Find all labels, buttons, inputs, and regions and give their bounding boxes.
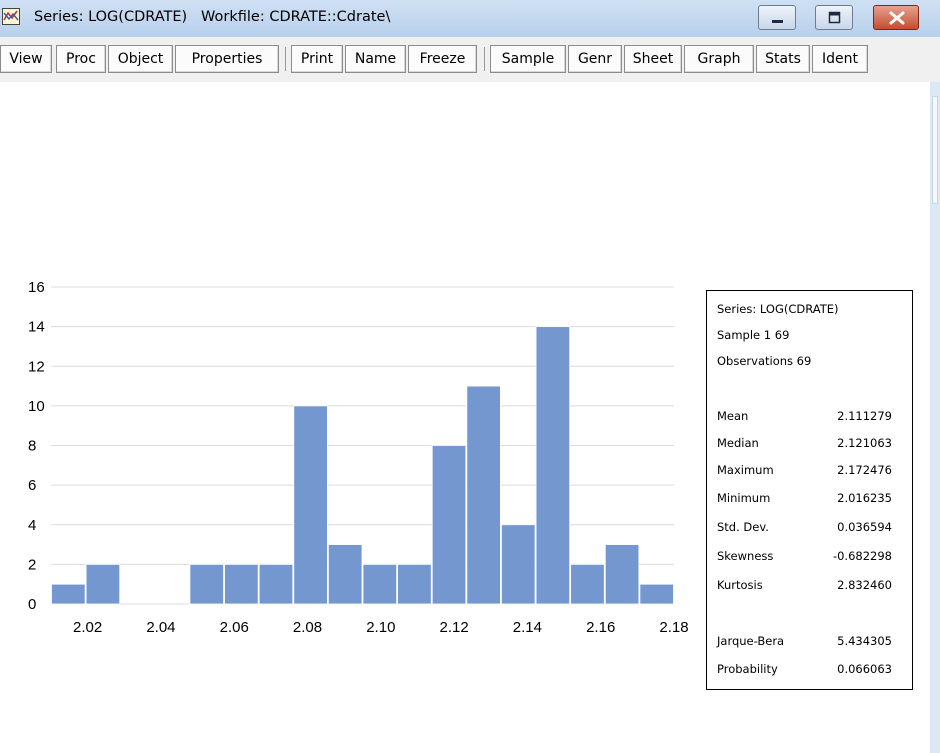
x-tick-label: 2.04 bbox=[146, 619, 175, 636]
stats-row: Probability 0.066063 bbox=[707, 662, 912, 678]
stat-label: Kurtosis bbox=[717, 578, 763, 592]
stat-value: 0.036594 bbox=[837, 520, 892, 534]
y-tick-label: 16 bbox=[28, 279, 45, 296]
histogram-bar bbox=[604, 544, 640, 605]
y-tick-label: 10 bbox=[28, 398, 45, 415]
x-tick-label: 2.08 bbox=[293, 619, 322, 636]
stat-value: 5.434305 bbox=[837, 634, 892, 648]
y-tick-label: 6 bbox=[28, 477, 36, 494]
stats-row: Std. Dev. 0.036594 bbox=[707, 520, 912, 536]
stats-row: Median 2.121063 bbox=[707, 436, 912, 452]
histogram-bar bbox=[85, 563, 121, 605]
histogram-bar bbox=[431, 445, 467, 605]
histogram-bar bbox=[535, 326, 571, 605]
stats-row: Mean 2.111279 bbox=[707, 409, 912, 425]
x-tick-label: 2.02 bbox=[73, 619, 102, 636]
x-tick-label: 2.18 bbox=[659, 619, 688, 636]
histogram-bar bbox=[293, 405, 328, 605]
histogram-bar bbox=[397, 563, 432, 605]
histogram-bar bbox=[501, 524, 536, 605]
scrollbar-thumb[interactable] bbox=[932, 96, 938, 204]
x-tick-label: 2.06 bbox=[220, 619, 249, 636]
stat-label: Skewness bbox=[717, 549, 774, 563]
histogram-bar bbox=[362, 563, 398, 605]
histogram-bar bbox=[51, 583, 86, 605]
stat-label: Std. Dev. bbox=[717, 520, 769, 534]
stats-row: Minimum 2.016235 bbox=[707, 491, 912, 507]
stats-series-name: Series: LOG(CDRATE) bbox=[717, 302, 839, 316]
histogram-bar bbox=[570, 563, 605, 605]
stats-row: Skewness -0.682298 bbox=[707, 549, 912, 565]
histogram-bar bbox=[189, 563, 224, 605]
histogram-bar bbox=[466, 385, 501, 605]
stats-row: Jarque-Bera 5.434305 bbox=[707, 634, 912, 650]
y-tick-label: 4 bbox=[28, 517, 36, 534]
stats-row: Kurtosis 2.832460 bbox=[707, 578, 912, 594]
stat-label: Minimum bbox=[717, 491, 771, 505]
x-tick-label: 2.16 bbox=[586, 619, 615, 636]
stat-label: Maximum bbox=[717, 463, 774, 477]
x-tick-label: 2.14 bbox=[513, 619, 542, 636]
stat-value: 2.016235 bbox=[837, 491, 892, 505]
stat-value: 2.111279 bbox=[837, 409, 892, 423]
y-tick-label: 0 bbox=[28, 596, 36, 613]
y-tick-label: 14 bbox=[28, 319, 45, 336]
stats-sample: Sample 1 69 bbox=[717, 328, 790, 342]
stat-value: 2.121063 bbox=[837, 436, 892, 450]
stats-row: Maximum 2.172476 bbox=[707, 463, 912, 479]
stat-value: 2.172476 bbox=[837, 463, 892, 477]
stat-value: 0.066063 bbox=[837, 662, 892, 676]
stat-label: Mean bbox=[717, 409, 749, 423]
stat-label: Probability bbox=[717, 662, 778, 676]
stat-label: Jarque-Bera bbox=[717, 634, 785, 648]
histogram-bar bbox=[224, 563, 259, 605]
histogram-bar bbox=[639, 583, 674, 605]
stat-label: Median bbox=[717, 436, 759, 450]
x-tick-label: 2.10 bbox=[366, 619, 395, 636]
y-tick-label: 12 bbox=[28, 358, 45, 375]
stats-observations: Observations 69 bbox=[717, 354, 812, 368]
histogram-bar bbox=[327, 544, 363, 605]
histogram-bar bbox=[258, 563, 294, 605]
stat-value: 2.832460 bbox=[837, 578, 892, 592]
x-tick-label: 2.12 bbox=[440, 619, 469, 636]
y-tick-label: 2 bbox=[28, 556, 36, 573]
descriptive-stats-box: Series: LOG(CDRATE) Sample 1 69 Observat… bbox=[706, 290, 913, 690]
y-tick-label: 8 bbox=[28, 438, 36, 455]
stat-value: -0.682298 bbox=[832, 549, 892, 563]
